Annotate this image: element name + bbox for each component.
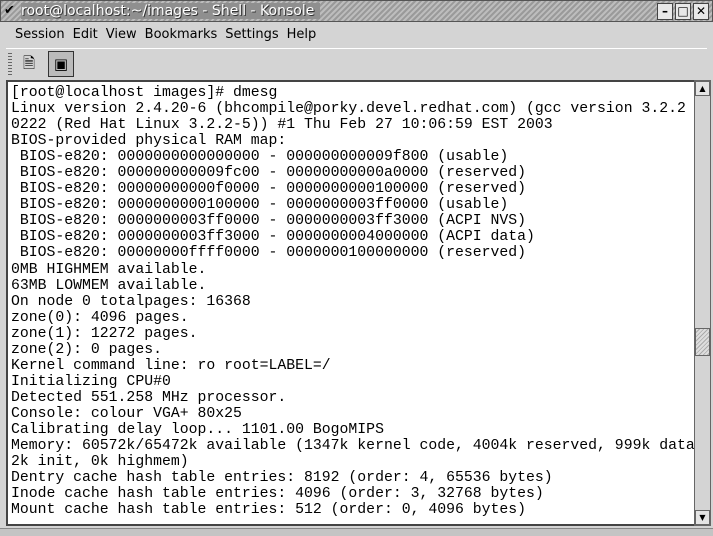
terminal-line: BIOS-e820: 000000000009fc00 - 0000000000…: [19, 165, 527, 182]
terminal-line: zone(2): 0 pages.: [11, 341, 162, 358]
minimize-button[interactable]: –: [657, 3, 673, 20]
maximize-button[interactable]: □: [675, 3, 691, 20]
terminal-line: BIOS-provided physical RAM map:: [11, 133, 287, 150]
terminal-line: BIOS-e820: 00000000000f0000 - 0000000000…: [19, 181, 527, 198]
close-button[interactable]: ✕: [693, 3, 709, 20]
terminal-line: Initializing CPU#0: [11, 373, 171, 390]
terminal-line: BIOS-e820: 0000000000000000 - 0000000000…: [19, 149, 509, 166]
terminal-line: BIOS-e820: 00000000ffff0000 - 0000000100…: [19, 245, 527, 262]
terminal-line: zone(0): 4096 pages.: [11, 309, 189, 326]
vertical-scrollbar[interactable]: ▲ ▼: [694, 80, 711, 526]
window-bottom-border: [0, 528, 713, 536]
terminal-line: Calibrating delay loop... 1101.00 BogoMI…: [11, 421, 384, 438]
terminal-line: zone(1): 12272 pages.: [11, 325, 198, 342]
menu-edit[interactable]: Edit: [73, 27, 98, 42]
menu-settings[interactable]: Settings: [225, 27, 278, 42]
terminal-line: Detected 551.258 MHz processor.: [11, 389, 287, 406]
terminal-line: 63MB LOWMEM available.: [11, 277, 207, 294]
terminal-line: BIOS-e820: 0000000003ff0000 - 0000000003…: [19, 213, 527, 230]
window-menu-chevron-icon[interactable]: ✔: [4, 3, 15, 18]
terminal-text: [root@localhost images]# dmesg Linux ver…: [8, 82, 694, 518]
terminal-output[interactable]: [root@localhost images]# dmesg Linux ver…: [6, 80, 696, 526]
scroll-up-arrow-icon[interactable]: ▲: [695, 81, 710, 96]
terminal-line: Inode cache hash table entries: 4096 (or…: [11, 486, 544, 503]
menu-view[interactable]: View: [106, 27, 137, 42]
toolbar: 🗎 ▣: [6, 48, 707, 78]
terminal-line: [root@localhost images]# dmesg: [11, 85, 278, 101]
terminal-line: Dentry cache hash table entries: 8192 (o…: [11, 470, 553, 487]
terminal-line: Mount cache hash table entries: 512 (ord…: [11, 502, 527, 519]
menu-bookmarks[interactable]: Bookmarks: [145, 27, 218, 42]
scroll-down-arrow-icon[interactable]: ▼: [695, 510, 710, 525]
toolbar-grip-handle[interactable]: [8, 53, 12, 75]
window-title: root@localhost:~/images - Shell - Konsol…: [21, 3, 321, 19]
terminal-line: BIOS-e820: 0000000000100000 - 0000000003…: [19, 197, 509, 214]
terminal-line: 2k init, 0k highmem): [11, 454, 189, 471]
scrollbar-thumb[interactable]: [695, 327, 710, 356]
terminal-line: 0222 (Red Hat Linux 3.2.2-5)) #1 Thu Feb…: [11, 117, 553, 134]
menu-help[interactable]: Help: [287, 27, 317, 42]
konsole-terminal-icon[interactable]: ▣: [48, 51, 74, 77]
menu-bar: Session Edit View Bookmarks Settings Hel…: [6, 22, 707, 46]
terminal-line: BIOS-e820: 0000000003ff3000 - 0000000004…: [19, 229, 535, 246]
menu-session[interactable]: Session: [15, 27, 65, 42]
title-bar[interactable]: ✔ root@localhost:~/images - Shell - Kons…: [0, 0, 713, 22]
terminal-line: Memory: 60572k/65472k available (1347k k…: [11, 438, 695, 455]
terminal-line: 0MB HIGHMEM available.: [11, 261, 207, 278]
terminal-line: Kernel command line: ro root=LABEL=/: [11, 357, 331, 374]
terminal-line: Linux version 2.4.20-6 (bhcompile@porky.…: [11, 101, 686, 118]
terminal-line: Console: colour VGA+ 80x25: [11, 405, 242, 422]
new-session-icon[interactable]: 🗎: [16, 51, 42, 77]
terminal-line: On node 0 totalpages: 16368: [11, 293, 251, 310]
